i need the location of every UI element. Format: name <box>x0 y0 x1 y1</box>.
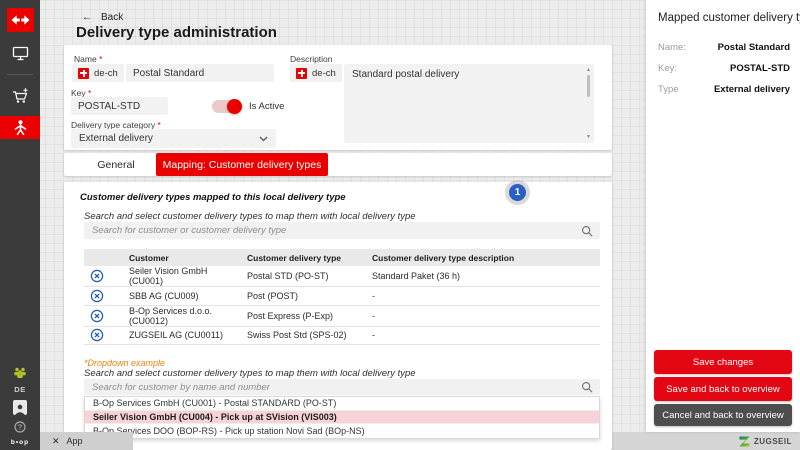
app-status-bar: ✕ App <box>40 432 133 450</box>
dropdown-option[interactable]: B-Op Services GmbH (CU001) - Postal STAN… <box>85 397 599 411</box>
description-label: Description <box>290 54 333 64</box>
is-active-toggle[interactable] <box>212 99 242 114</box>
zugseil-brand: ZUGSEIL <box>739 432 792 450</box>
sidebar-divider <box>7 74 33 75</box>
customer-search-input[interactable] <box>84 222 581 239</box>
detail-row-name: Name: Postal Standard <box>658 42 790 53</box>
cancel-and-back-button[interactable]: Cancel and back to overview <box>654 404 792 426</box>
bop-logo: b•op <box>10 439 30 446</box>
col-customer-delivery-type: Customer delivery type <box>243 249 368 266</box>
scroll-down-icon[interactable]: ▼ <box>586 134 591 140</box>
col-customer-delivery-type-description: Customer delivery type description <box>368 249 600 266</box>
tabs-bar: General Mapping: Customer delivery types <box>64 153 612 176</box>
table-row: B-Op Services d.o.o. (CU0012) Post Expre… <box>84 305 600 327</box>
description-textarea[interactable]: Standard postal delivery <box>344 64 594 143</box>
users-icon[interactable] <box>13 367 27 379</box>
mapping-card: Customer delivery types mapped to this l… <box>64 182 612 450</box>
customer-search-2 <box>84 379 600 395</box>
zugseil-brand-text: ZUGSEIL <box>753 436 792 446</box>
table-row: ZUGSEIL AG (CU0011) Swiss Post Std (SPS-… <box>84 326 600 345</box>
description-language-chip: de-ch <box>290 64 342 82</box>
category-select[interactable]: External delivery <box>71 129 276 148</box>
textarea-scrollbar[interactable]: ▲ ▼ <box>585 67 592 140</box>
table-row: Seiler Vision GmbH (CU001) Postal STD (P… <box>84 266 600 287</box>
back-label: Back <box>101 12 124 23</box>
name-label: Name * <box>74 54 103 64</box>
dropdown-option-highlighted[interactable]: Seiler Vision GmbH (CU004) - Pick up at … <box>85 410 599 425</box>
customer-search-input-2[interactable] <box>84 379 581 395</box>
chevron-down-icon <box>259 136 268 142</box>
swiss-flag-icon <box>78 67 89 79</box>
sbb-logo-icon[interactable] <box>6 8 34 32</box>
detail-row-key: Key: POSTAL-STD <box>658 63 790 74</box>
details-panel-title: Mapped customer delivery typ... <box>658 12 800 24</box>
scroll-up-icon[interactable]: ▲ <box>586 67 591 73</box>
col-customer: Customer <box>125 249 243 266</box>
step-badge: 1 <box>505 180 530 205</box>
save-and-back-button[interactable]: Save and back to overview <box>654 377 792 401</box>
scrollbar-thumb[interactable] <box>587 75 590 97</box>
search-icon <box>581 381 593 393</box>
svg-text:?: ? <box>18 425 22 432</box>
table-header-row: Customer Customer delivery type Customer… <box>84 249 600 266</box>
tab-general[interactable]: General <box>76 153 156 176</box>
dropdown-option[interactable]: B-Op Services DOO (BOP-RS) - Pick up sta… <box>85 424 599 438</box>
left-sidebar: DE ? b•op <box>0 0 40 450</box>
dropdown-example-label: *Dropdown example <box>84 358 166 368</box>
cart-icon[interactable] <box>0 83 40 109</box>
swiss-flag-icon <box>296 67 307 79</box>
language-selector[interactable]: DE <box>14 385 25 394</box>
mapped-types-table: Customer Customer delivery type Customer… <box>84 249 600 345</box>
name-input[interactable] <box>126 64 274 82</box>
toggle-knob <box>227 99 242 114</box>
save-changes-button[interactable]: Save changes <box>654 350 792 374</box>
search-hint: Search and select customer delivery type… <box>84 211 416 222</box>
close-icon[interactable]: ✕ <box>52 436 60 447</box>
name-language-chip: de-ch <box>72 64 124 82</box>
sidebar-item-persons-active[interactable] <box>0 116 40 139</box>
remove-icon[interactable] <box>90 269 104 283</box>
search-hint-2: Search and select customer delivery type… <box>84 368 416 379</box>
delivery-type-form-card: Name * de-ch Key * Is Active Delivery ty… <box>64 45 612 150</box>
tab-mapping-customer-delivery-types[interactable]: Mapping: Customer delivery types <box>156 153 328 176</box>
monitor-icon[interactable] <box>0 40 40 66</box>
table-row: SBB AG (CU009) Post (POST) - <box>84 286 600 306</box>
back-arrow-icon: ← <box>82 12 92 23</box>
app-status-label: App <box>66 436 83 446</box>
avatar[interactable] <box>13 400 27 415</box>
help-icon[interactable]: ? <box>14 421 26 433</box>
remove-icon[interactable] <box>90 289 104 303</box>
zugseil-logo-icon <box>739 435 750 447</box>
back-button[interactable]: ← Back <box>82 12 123 23</box>
search-dropdown: B-Op Services GmbH (CU001) - Postal STAN… <box>84 396 600 439</box>
search-icon <box>581 225 593 237</box>
key-input[interactable] <box>71 97 168 115</box>
remove-icon[interactable] <box>90 309 104 323</box>
customer-search <box>84 222 600 239</box>
page-title: Delivery type administration <box>76 24 277 41</box>
mapping-heading: Customer delivery types mapped to this l… <box>80 192 346 203</box>
remove-icon[interactable] <box>90 328 104 342</box>
detail-row-type: Type External delivery <box>658 84 790 95</box>
is-active-label: Is Active <box>249 101 285 112</box>
details-panel: Mapped customer delivery typ... Name: Po… <box>646 0 800 432</box>
